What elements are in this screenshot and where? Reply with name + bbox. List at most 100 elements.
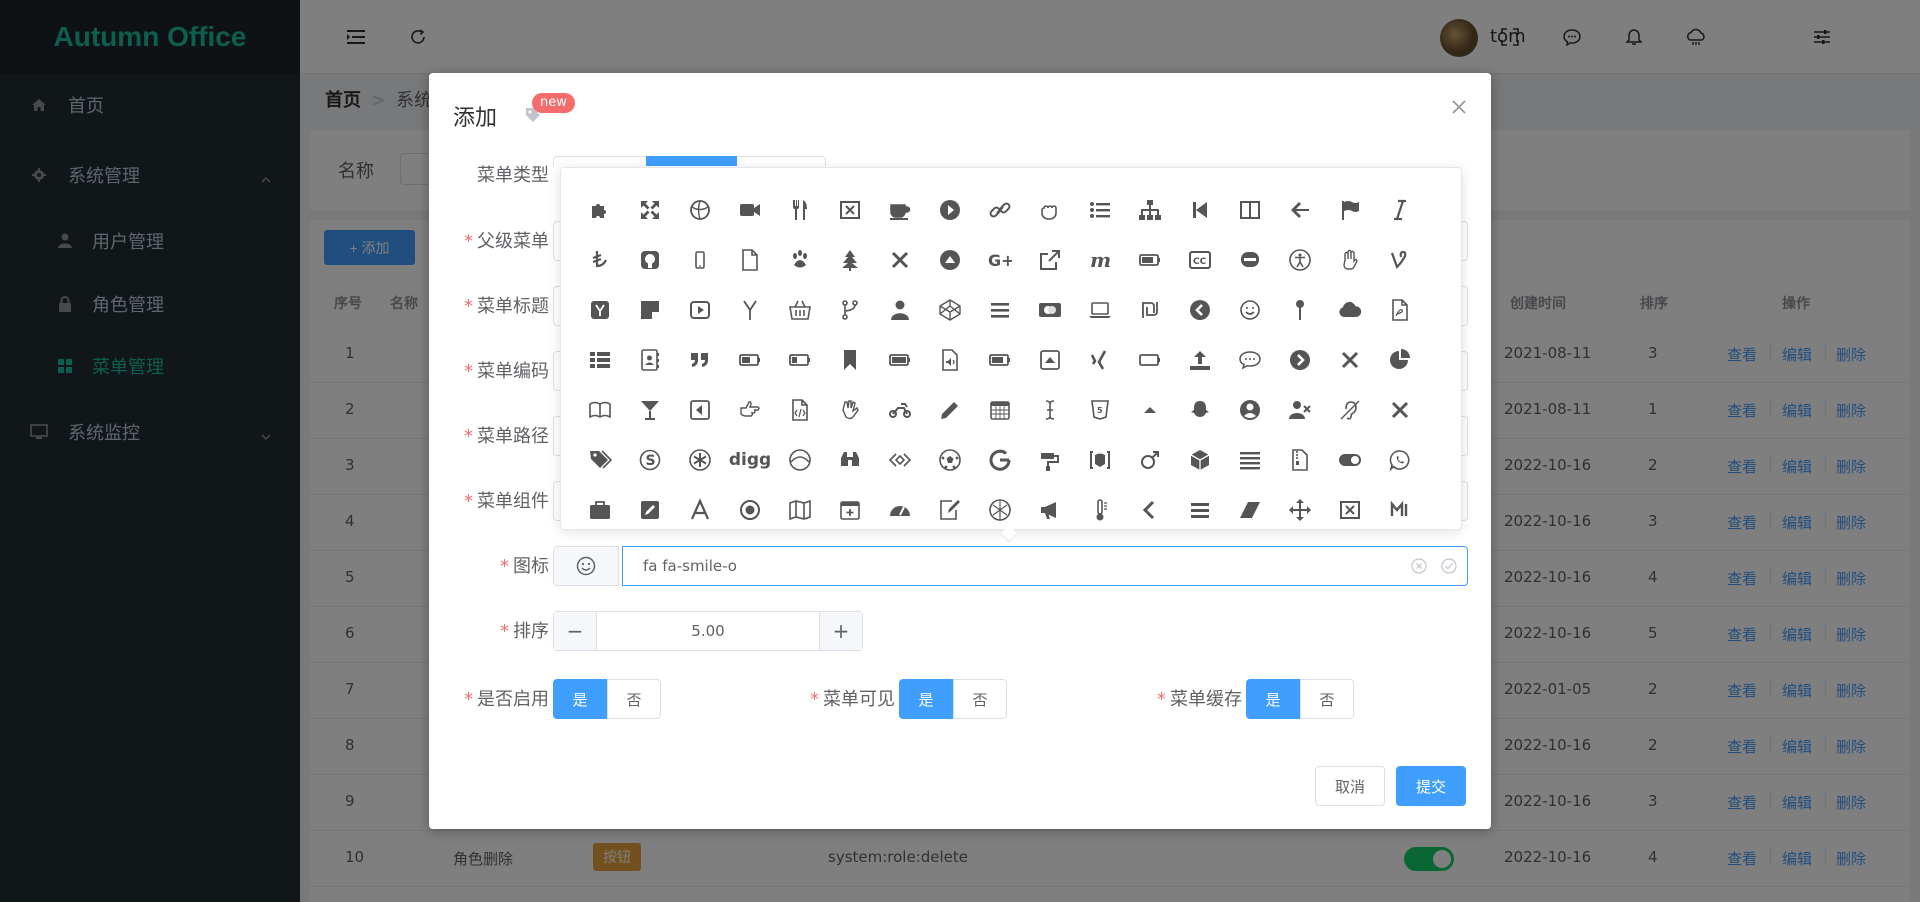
user-circle-icon[interactable] <box>1225 385 1275 435</box>
mars-icon[interactable] <box>1125 435 1175 485</box>
caret-square-o-up-icon[interactable] <box>1025 335 1075 385</box>
battery-3-icon[interactable] <box>1125 235 1175 285</box>
hacker-news-icon[interactable] <box>575 285 625 335</box>
smile-o-icon[interactable] <box>1225 285 1275 335</box>
columns-icon[interactable] <box>1225 185 1275 235</box>
arrow-left-icon[interactable] <box>1275 185 1325 235</box>
github-icon[interactable] <box>625 235 675 285</box>
times-icon[interactable] <box>875 235 925 285</box>
weixin-icon[interactable] <box>1225 235 1275 285</box>
html5-icon[interactable]: 5 <box>1075 385 1125 435</box>
enabled-no[interactable]: 否 <box>607 679 661 719</box>
commenting-o-icon[interactable] <box>1225 335 1275 385</box>
font-icon[interactable] <box>675 485 725 529</box>
angle-left-icon[interactable] <box>1125 485 1175 529</box>
basketball-icon[interactable] <box>675 185 725 235</box>
expand-icon[interactable] <box>625 185 675 235</box>
chain-icon[interactable] <box>975 185 1025 235</box>
mixcloud-icon[interactable] <box>1375 485 1425 529</box>
chevron-circle-right-icon[interactable] <box>1275 335 1325 385</box>
opera-icon[interactable] <box>775 435 825 485</box>
i-cursor-icon[interactable] <box>1025 385 1075 435</box>
chevron-circle-left-icon[interactable] <box>1175 285 1225 335</box>
cube-icon[interactable] <box>1175 435 1225 485</box>
battery-empty-icon[interactable] <box>1125 335 1175 385</box>
map-pin-icon[interactable] <box>1275 285 1325 335</box>
hand-spock-o-icon[interactable] <box>825 385 875 435</box>
pencil-square-o-icon[interactable] <box>925 485 975 529</box>
italic-icon[interactable] <box>1375 185 1425 235</box>
file-o-icon[interactable] <box>725 235 775 285</box>
icon-input[interactable]: fa fa-smile-o <box>622 546 1468 586</box>
hashtag-bracket-icon[interactable] <box>1075 435 1125 485</box>
battery-2-icon[interactable] <box>725 335 775 385</box>
codiepie-icon[interactable] <box>875 435 925 485</box>
enabled-yes[interactable]: 是 <box>553 679 607 719</box>
visible-yes[interactable]: 是 <box>899 679 953 719</box>
paw-icon[interactable] <box>775 235 825 285</box>
sticky-note-icon[interactable] <box>625 285 675 335</box>
cc-icon[interactable]: CC <box>1175 235 1225 285</box>
tags-icon[interactable] <box>575 435 625 485</box>
cloud-icon[interactable] <box>1325 285 1375 335</box>
visible-no[interactable]: 否 <box>953 679 1007 719</box>
dot-circle-icon[interactable] <box>725 485 775 529</box>
menu-type-tabs[interactable] <box>553 156 826 166</box>
list-ul-icon[interactable] <box>1075 185 1125 235</box>
coffee-icon[interactable] <box>875 185 925 235</box>
binoculars-icon[interactable] <box>825 435 875 485</box>
clear-icon[interactable] <box>1411 558 1427 574</box>
calendar-icon[interactable] <box>975 385 1025 435</box>
shekel-icon[interactable] <box>1125 285 1175 335</box>
menu-type-tab-active[interactable] <box>646 156 737 166</box>
leanpub-icon[interactable] <box>575 385 625 435</box>
briefcase-icon[interactable] <box>575 485 625 529</box>
toggle-on-icon[interactable] <box>1325 435 1375 485</box>
cache-yes[interactable]: 是 <box>1246 679 1300 719</box>
file-zip-o-icon[interactable] <box>1275 435 1325 485</box>
align-justify-icon[interactable] <box>1225 435 1275 485</box>
close-icon[interactable] <box>1451 99 1467 115</box>
pie-chart-icon[interactable] <box>1375 335 1425 385</box>
caret-up-icon[interactable] <box>1125 385 1175 435</box>
sort-stepper[interactable]: − 5.00 + <box>553 611 863 651</box>
cc-mastercard-icon[interactable] <box>1025 285 1075 335</box>
vine-icon[interactable] <box>1375 235 1425 285</box>
cancel-button[interactable]: 取消 <box>1315 766 1385 806</box>
deaf-icon[interactable] <box>1325 385 1375 435</box>
step-backward-icon[interactable] <box>1175 185 1225 235</box>
cutlery-icon[interactable] <box>775 185 825 235</box>
battery-full-icon[interactable] <box>875 335 925 385</box>
youtube-play-icon[interactable] <box>675 285 725 335</box>
play-circle-icon[interactable] <box>925 185 975 235</box>
th-list-icon[interactable] <box>575 335 625 385</box>
grav-icon[interactable] <box>975 485 1025 529</box>
quote-right-icon[interactable] <box>675 335 725 385</box>
window-close-icon[interactable] <box>825 185 875 235</box>
battery-3b-icon[interactable] <box>975 335 1025 385</box>
glass-icon[interactable] <box>625 385 675 435</box>
caret-square-o-left-icon[interactable] <box>675 385 725 435</box>
sort-value[interactable]: 5.00 <box>596 612 820 650</box>
try-icon[interactable] <box>575 235 625 285</box>
calendar-plus-icon[interactable] <box>825 485 875 529</box>
remove-icon[interactable] <box>1375 385 1425 435</box>
flag-icon[interactable] <box>1325 185 1375 235</box>
shopping-basket-icon[interactable] <box>775 285 825 335</box>
user-icon[interactable] <box>875 285 925 335</box>
map-o-icon[interactable] <box>775 485 825 529</box>
xing-icon[interactable] <box>1075 335 1125 385</box>
bars-icon[interactable] <box>1175 485 1225 529</box>
pencil-square-icon[interactable] <box>625 485 675 529</box>
pencil-icon[interactable] <box>925 385 975 435</box>
whatsapp-icon[interactable] <box>1375 435 1425 485</box>
address-book-o-icon[interactable] <box>625 335 675 385</box>
paint-roller-icon[interactable] <box>1025 435 1075 485</box>
file-code-o-icon[interactable] <box>775 385 825 435</box>
external-link-icon[interactable] <box>1025 235 1075 285</box>
google-icon[interactable] <box>975 435 1025 485</box>
meanpath-icon[interactable]: m <box>1075 235 1125 285</box>
puzzle-icon[interactable] <box>575 185 625 235</box>
asterisk-circle-icon[interactable] <box>675 435 725 485</box>
sitemap-icon[interactable] <box>1125 185 1175 235</box>
